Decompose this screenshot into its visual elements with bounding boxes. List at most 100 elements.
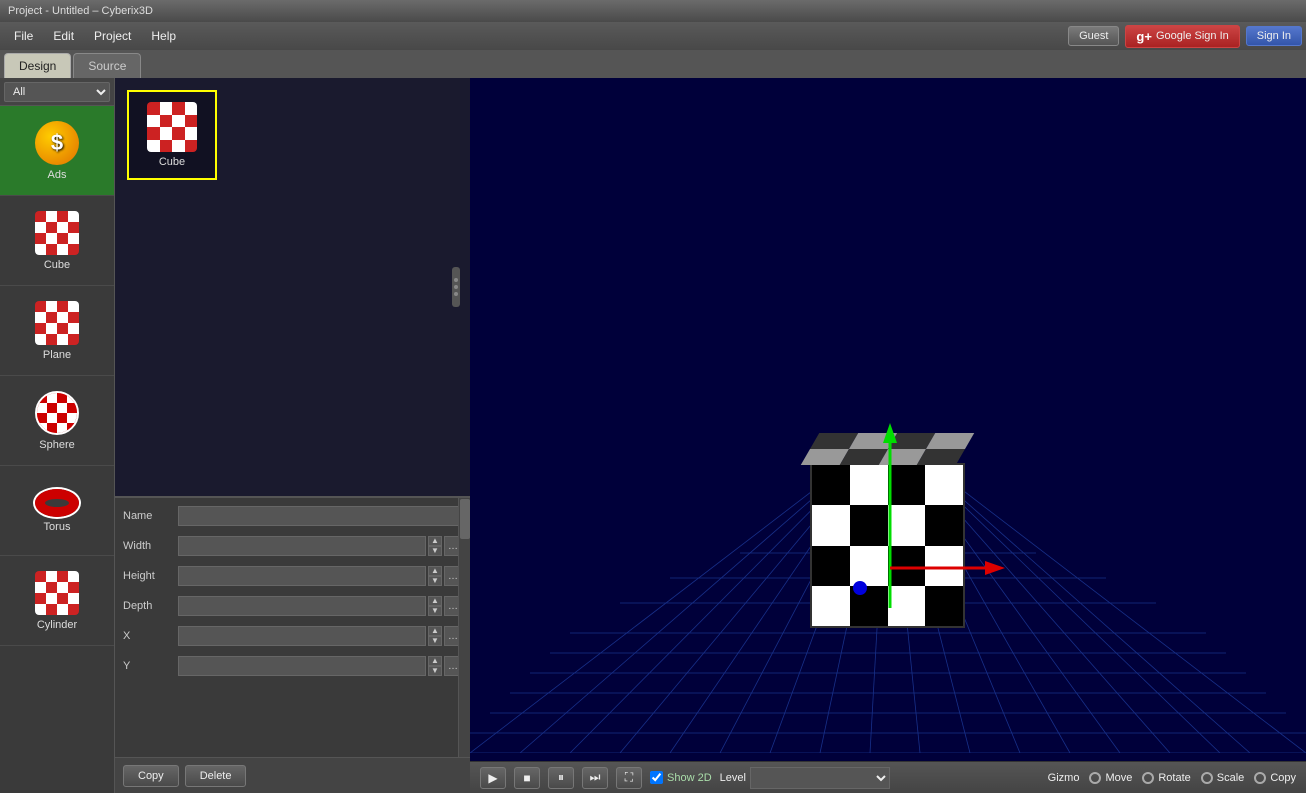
properties-panel: Name Width ▲ ▼ … Height	[115, 498, 470, 793]
x-spinners: ▲ ▼	[428, 626, 442, 646]
sidebar-filter-select[interactable]: All	[4, 82, 110, 102]
play-button[interactable]: ▶	[480, 767, 506, 789]
prop-row-name: Name	[123, 502, 462, 530]
center-area: Cube Name Widt	[115, 78, 470, 793]
properties-toolbar: Copy Delete	[115, 757, 470, 793]
radio-copy-label: Copy	[1270, 772, 1296, 784]
radio-rotate-label: Rotate	[1158, 772, 1190, 784]
prop-input-height[interactable]	[178, 566, 426, 586]
cube-icon	[35, 211, 79, 255]
prop-input-width[interactable]	[178, 536, 426, 556]
sidebar-item-ads-label: Ads	[48, 169, 67, 181]
radio-scale-dot[interactable]	[1201, 772, 1213, 784]
radio-rotate-dot[interactable]	[1142, 772, 1154, 784]
sidebar-item-sphere[interactable]: Sphere	[0, 376, 114, 466]
height-spin-down[interactable]: ▼	[428, 576, 442, 586]
depth-spinners: ▲ ▼	[428, 596, 442, 616]
pause-button[interactable]: ⏸	[548, 767, 574, 789]
signin-button[interactable]: Sign In	[1246, 26, 1302, 46]
radio-scale[interactable]: Scale	[1201, 772, 1245, 784]
depth-spin-down[interactable]: ▼	[428, 606, 442, 616]
prop-label-y: Y	[123, 660, 178, 672]
show2d-label: Show 2D	[667, 772, 712, 784]
x-spin-up[interactable]: ▲	[428, 626, 442, 636]
sidebar-item-torus[interactable]: Torus	[0, 466, 114, 556]
main-area: All $ Ads Cube	[0, 78, 1306, 793]
depth-spin-up[interactable]: ▲	[428, 596, 442, 606]
asset-panel: Cube	[115, 78, 470, 498]
prop-row-height: Height ▲ ▼ …	[123, 562, 462, 590]
sphere-icon	[35, 391, 79, 435]
menu-help[interactable]: Help	[141, 25, 186, 47]
sidebar-item-cylinder-label: Cylinder	[37, 619, 77, 631]
height-spin-up[interactable]: ▲	[428, 566, 442, 576]
menu-edit[interactable]: Edit	[43, 25, 84, 47]
sidebar-item-plane[interactable]: Plane	[0, 286, 114, 376]
prop-input-y[interactable]	[178, 656, 426, 676]
radio-move-dot[interactable]	[1089, 772, 1101, 784]
auth-area: Guest g+ Google Sign In Sign In	[1068, 25, 1302, 48]
show2d-area: Show 2D	[650, 771, 712, 784]
delete-button[interactable]: Delete	[185, 765, 247, 787]
sidebar: All $ Ads Cube	[0, 78, 115, 793]
prop-input-x[interactable]	[178, 626, 426, 646]
fullscreen-button[interactable]: ⛶	[616, 767, 642, 789]
titlebar: Project - Untitled – Cyberix3D	[0, 0, 1306, 22]
x-spin-down[interactable]: ▼	[428, 636, 442, 646]
radio-copy[interactable]: Copy	[1254, 772, 1296, 784]
show2d-checkbox[interactable]	[650, 771, 663, 784]
stop-button[interactable]: ■	[514, 767, 540, 789]
level-label: Level	[720, 772, 746, 784]
asset-cube[interactable]: Cube	[127, 90, 217, 180]
prop-input-name[interactable]	[178, 506, 462, 526]
guest-button[interactable]: Guest	[1068, 26, 1119, 46]
sidebar-header: All	[0, 78, 114, 106]
level-select[interactable]	[750, 767, 890, 789]
prop-row-width: Width ▲ ▼ …	[123, 532, 462, 560]
prop-row-y: Y ▲ ▼ …	[123, 652, 462, 680]
drag-handle[interactable]	[452, 267, 460, 307]
width-spin-down[interactable]: ▼	[428, 546, 442, 556]
asset-cube-label: Cube	[159, 156, 185, 168]
copy-button[interactable]: Copy	[123, 765, 179, 787]
sidebar-item-ads[interactable]: $ Ads	[0, 106, 114, 196]
y-spinners: ▲ ▼	[428, 656, 442, 676]
3d-cube	[810, 463, 970, 663]
torus-icon	[35, 489, 79, 517]
radio-move[interactable]: Move	[1089, 772, 1132, 784]
cylinder-icon	[35, 571, 79, 615]
sidebar-item-torus-label: Torus	[44, 521, 71, 533]
tab-source[interactable]: Source	[73, 53, 141, 78]
radio-rotate[interactable]: Rotate	[1142, 772, 1190, 784]
sidebar-item-cylinder[interactable]: Cylinder	[0, 556, 114, 646]
properties-scroll-area[interactable]: Name Width ▲ ▼ … Height	[115, 498, 470, 753]
gizmo-area: Gizmo Move Rotate Scale Copy	[1048, 772, 1296, 784]
prop-input-depth[interactable]	[178, 596, 426, 616]
plane-icon	[35, 301, 79, 345]
radio-copy-dot[interactable]	[1254, 772, 1266, 784]
ads-icon: $	[35, 121, 79, 165]
properties-scrollbar[interactable]	[458, 498, 470, 757]
y-spin-down[interactable]: ▼	[428, 666, 442, 676]
level-area: Level	[720, 767, 890, 789]
sidebar-item-cube[interactable]: Cube	[0, 196, 114, 286]
forward-button[interactable]: ⏭	[582, 767, 608, 789]
width-spin-up[interactable]: ▲	[428, 536, 442, 546]
sidebar-item-sphere-label: Sphere	[39, 439, 74, 451]
google-signin-button[interactable]: g+ Google Sign In	[1125, 25, 1239, 48]
menu-project[interactable]: Project	[84, 25, 141, 47]
viewport[interactable]: ▶ ■ ⏸ ⏭ ⛶ Show 2D Level Gizmo Move	[470, 78, 1306, 793]
prop-label-name: Name	[123, 510, 178, 522]
width-spinners: ▲ ▼	[428, 536, 442, 556]
y-spin-up[interactable]: ▲	[428, 656, 442, 666]
radio-scale-label: Scale	[1217, 772, 1245, 784]
menu-file[interactable]: File	[4, 25, 43, 47]
tab-design[interactable]: Design	[4, 53, 71, 78]
sidebar-scroll[interactable]: $ Ads Cube	[0, 106, 114, 793]
sidebar-item-plane-label: Plane	[43, 349, 71, 361]
height-spinners: ▲ ▼	[428, 566, 442, 586]
google-icon: g+	[1136, 29, 1152, 44]
prop-label-height: Height	[123, 570, 178, 582]
asset-cube-icon	[147, 102, 197, 152]
sidebar-item-cube-label: Cube	[44, 259, 70, 271]
